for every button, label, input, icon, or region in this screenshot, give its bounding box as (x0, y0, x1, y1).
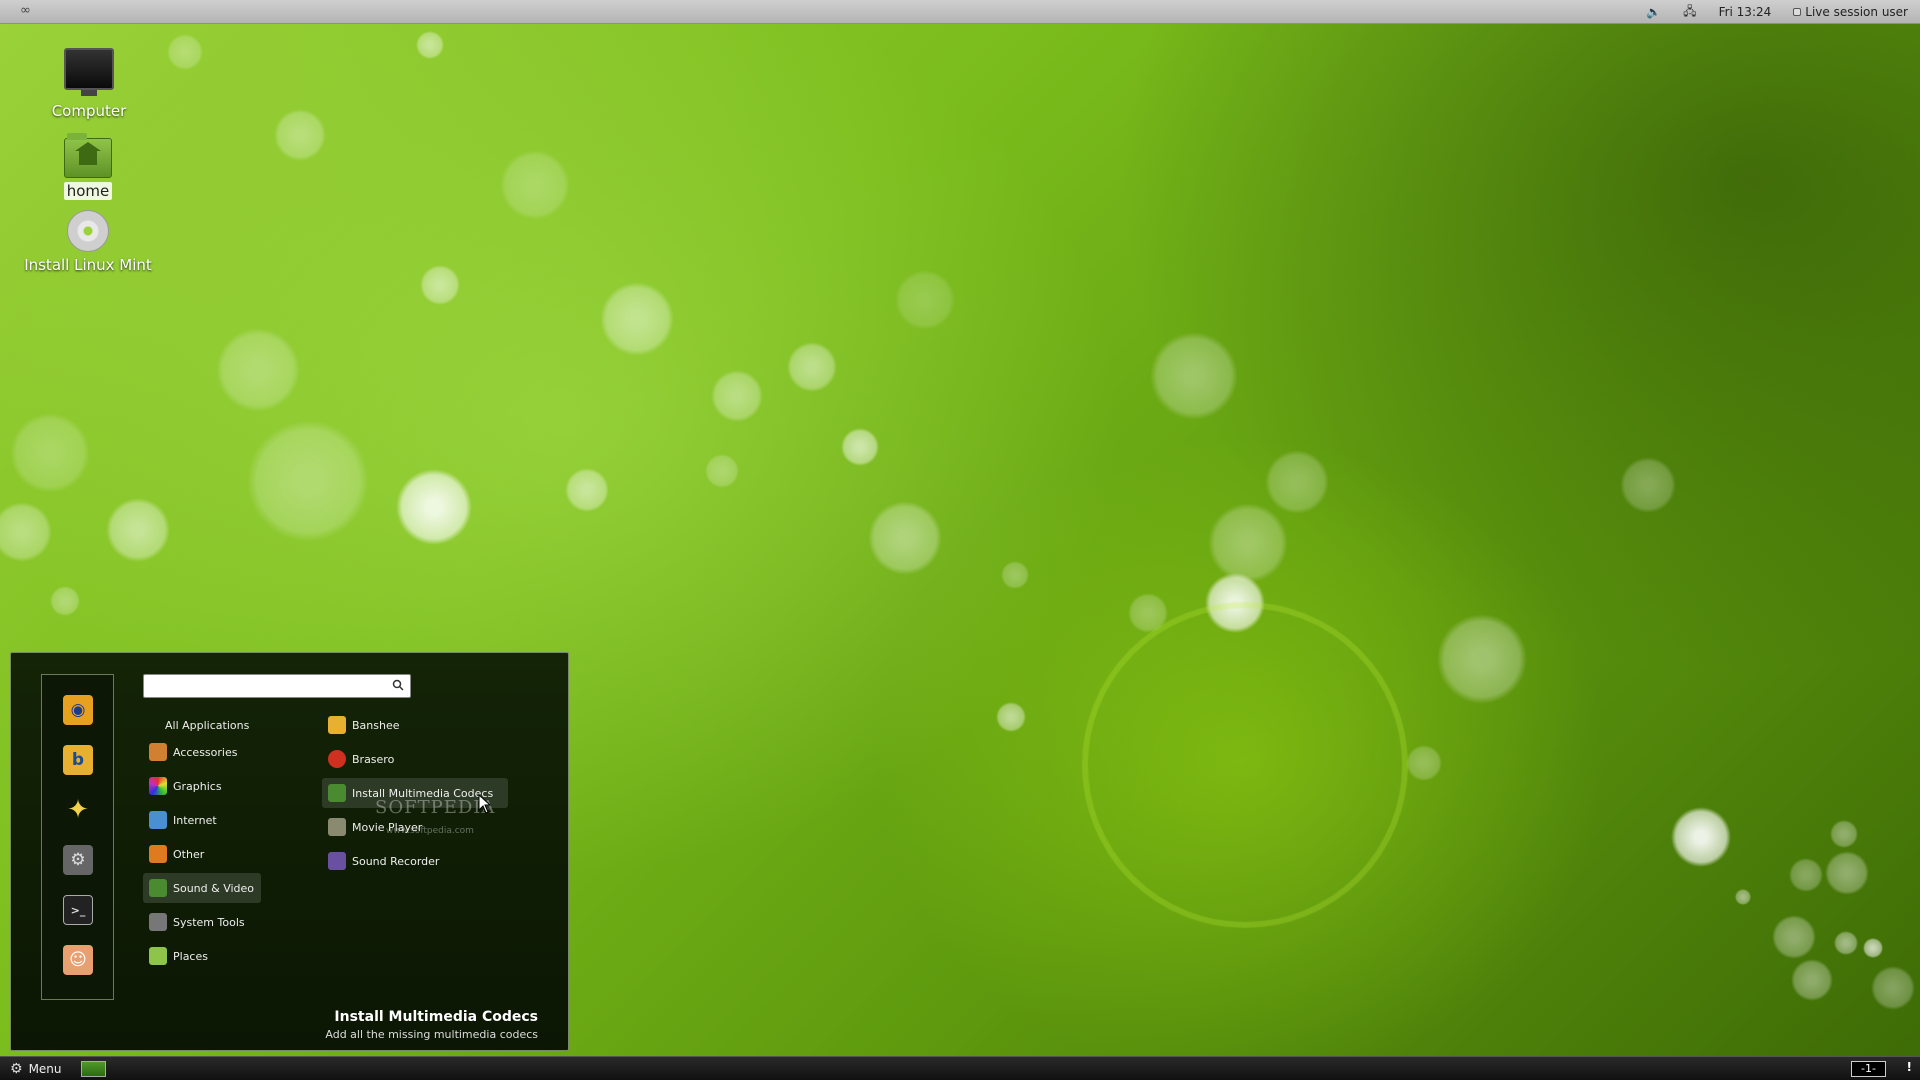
category-label: All Applications (165, 718, 250, 732)
desktop-icon-computer[interactable]: Computer (24, 48, 154, 120)
search-field[interactable] (143, 674, 411, 698)
accessories-icon (149, 743, 167, 761)
bottom-panel: ⚙ Menu -1- ! (0, 1056, 1920, 1080)
show-desktop-button[interactable] (81, 1061, 106, 1077)
category-all-applications[interactable]: All Applications (143, 710, 249, 740)
category-accessories[interactable]: Accessories (143, 737, 237, 767)
system-settings-icon[interactable]: ⚙ (63, 845, 93, 875)
category-system-tools[interactable]: System Tools (143, 907, 245, 937)
home-folder-icon (64, 133, 112, 178)
sound-video-icon (149, 879, 167, 897)
desktop-icon-label: Install Linux Mint (24, 256, 152, 274)
app-description-subtitle: Add all the missing multimedia codecs (325, 1028, 538, 1041)
volume-icon[interactable]: 🔈 (1646, 5, 1661, 19)
mint-logo-icon[interactable]: ∞ (20, 3, 31, 18)
brasero-icon (328, 750, 346, 768)
web-browser-icon[interactable]: ◉ (63, 695, 93, 725)
app-brasero[interactable]: Brasero (322, 744, 510, 774)
desktop-icon-label: Computer (51, 102, 127, 120)
desktop-icon-home[interactable]: home (23, 133, 153, 200)
desktop-icon-install[interactable]: Install Linux Mint (23, 210, 153, 274)
notifications-icon[interactable]: ! (1907, 1060, 1912, 1074)
category-places[interactable]: Places (143, 941, 208, 971)
search-icon (392, 679, 404, 691)
category-label: Sound & Video (173, 881, 255, 895)
app-sound-recorder[interactable]: Sound Recorder (322, 846, 510, 876)
category-label: Other (173, 847, 205, 861)
banshee-icon (328, 716, 346, 734)
category-graphics[interactable]: Graphics (143, 771, 222, 801)
top-panel: ∞ 🔈 🖧 Fri 13:24 Live session user (0, 0, 1920, 24)
user-icon (1793, 8, 1802, 16)
banshee-icon[interactable]: b (63, 745, 93, 775)
category-label: Graphics (173, 779, 222, 793)
mouse-cursor-icon (478, 794, 492, 814)
app-label: Sound Recorder (352, 854, 440, 868)
gear-icon: ⚙ (10, 1061, 23, 1077)
category-internet[interactable]: Internet (143, 805, 217, 835)
category-sound-video[interactable]: Sound & Video (143, 873, 261, 903)
application-menu: ◉ b ✦ ⚙ >_ ☺ All Applications Accessorie… (10, 652, 569, 1051)
session-label: Live session user (1805, 5, 1908, 19)
movie-player-icon (328, 818, 346, 836)
category-label: Accessories (173, 745, 238, 759)
menu-button[interactable]: ⚙ Menu (10, 1060, 62, 1078)
terminal-icon[interactable]: >_ (63, 895, 93, 925)
network-icon[interactable]: 🖧 (1683, 2, 1696, 23)
internet-icon (149, 811, 167, 829)
clock[interactable]: Fri 13:24 (1719, 5, 1772, 19)
session-indicator[interactable]: Live session user (1793, 5, 1908, 19)
category-label: Internet (173, 813, 217, 827)
star-icon[interactable]: ✦ (63, 795, 93, 825)
sound-recorder-icon (328, 852, 346, 870)
watermark-url: www.softpedia.com (386, 826, 474, 836)
menu-button-label: Menu (28, 1062, 62, 1076)
category-label: Places (173, 949, 208, 963)
codecs-icon (328, 784, 346, 802)
system-tools-icon (149, 913, 167, 931)
graphics-icon (149, 777, 167, 795)
workspace-switcher[interactable]: -1- (1851, 1061, 1886, 1077)
app-label: Brasero (352, 752, 395, 766)
app-banshee[interactable]: Banshee (322, 710, 510, 740)
category-label: System Tools (173, 915, 245, 929)
app-description-title: Install Multimedia Codecs (334, 1009, 538, 1025)
places-folder-icon (149, 947, 167, 965)
install-disc-icon (67, 210, 109, 252)
user-icon[interactable]: ☺ (63, 945, 93, 975)
other-icon (149, 845, 167, 863)
desktop-icon-label: home (63, 182, 113, 200)
search-input[interactable] (148, 677, 384, 695)
category-other[interactable]: Other (143, 839, 204, 869)
computer-icon (64, 48, 114, 96)
app-label: Banshee (352, 718, 400, 732)
favorites-strip: ◉ b ✦ ⚙ >_ ☺ (41, 674, 114, 1000)
